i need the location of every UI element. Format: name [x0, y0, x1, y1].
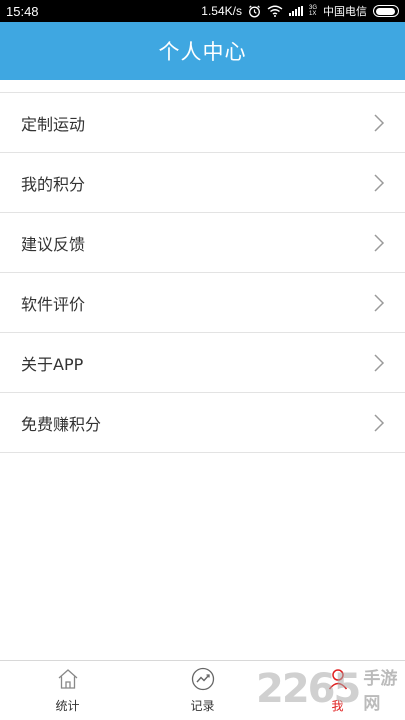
- alarm-icon: [249, 5, 260, 17]
- battery-icon: [373, 5, 399, 17]
- menu-item-label: 建议反馈: [21, 234, 86, 254]
- menu-item-feedback[interactable]: 建议反馈: [0, 213, 405, 273]
- menu-item-my-points[interactable]: 我的积分: [0, 153, 405, 213]
- status-right: 1.54K/s 3G 1X 中国电信: [201, 3, 399, 19]
- page-title: 个人中心: [158, 40, 247, 64]
- home-icon: [58, 669, 77, 689]
- chevron-right-icon: [374, 293, 385, 312]
- status-time: 15:48: [6, 3, 39, 19]
- person-icon: [328, 669, 347, 690]
- network-speed: 1.54K/s: [201, 4, 242, 18]
- menu-item-rate-app[interactable]: 软件评价: [0, 273, 405, 333]
- wifi-icon: [267, 5, 283, 17]
- tab-statistics[interactable]: 统计: [0, 661, 135, 720]
- menu-item-label: 关于APP: [21, 354, 84, 374]
- tab-label: 记录: [190, 699, 215, 713]
- menu-list: 定制运动 我的积分 建议反馈 软件评价 关于APP 免费赚积分: [0, 92, 405, 453]
- network-type: 3G 1X: [309, 5, 317, 17]
- tab-label: 统计: [55, 699, 80, 713]
- battery-fill: [375, 7, 396, 15]
- trend-chart-icon: [191, 667, 214, 691]
- menu-item-custom-exercise[interactable]: 定制运动: [0, 93, 405, 153]
- bottom-tab-bar: 统计 记录 我: [0, 660, 405, 720]
- header-bar: 个人中心: [0, 22, 405, 80]
- chevron-right-icon: [374, 413, 385, 432]
- chevron-right-icon: [374, 113, 385, 132]
- network-type-bottom: 1X: [308, 11, 317, 17]
- tab-me[interactable]: 我: [270, 661, 405, 720]
- tab-label: 我: [331, 699, 344, 713]
- signal-bars-icon: [288, 6, 303, 16]
- menu-item-label: 定制运动: [21, 114, 86, 134]
- menu-item-label: 我的积分: [21, 174, 86, 194]
- menu-item-label: 免费赚积分: [21, 414, 102, 434]
- menu-item-label: 软件评价: [21, 294, 86, 314]
- chevron-right-icon: [374, 173, 385, 192]
- status-bar: 15:48 1.54K/s 3G 1X 中国电信: [0, 0, 405, 22]
- menu-item-earn-points[interactable]: 免费赚积分: [0, 393, 405, 453]
- chevron-right-icon: [374, 353, 385, 372]
- carrier-name: 中国电信: [323, 5, 367, 18]
- menu-item-about-app[interactable]: 关于APP: [0, 333, 405, 393]
- chevron-right-icon: [374, 233, 385, 252]
- tab-records[interactable]: 记录: [135, 661, 270, 720]
